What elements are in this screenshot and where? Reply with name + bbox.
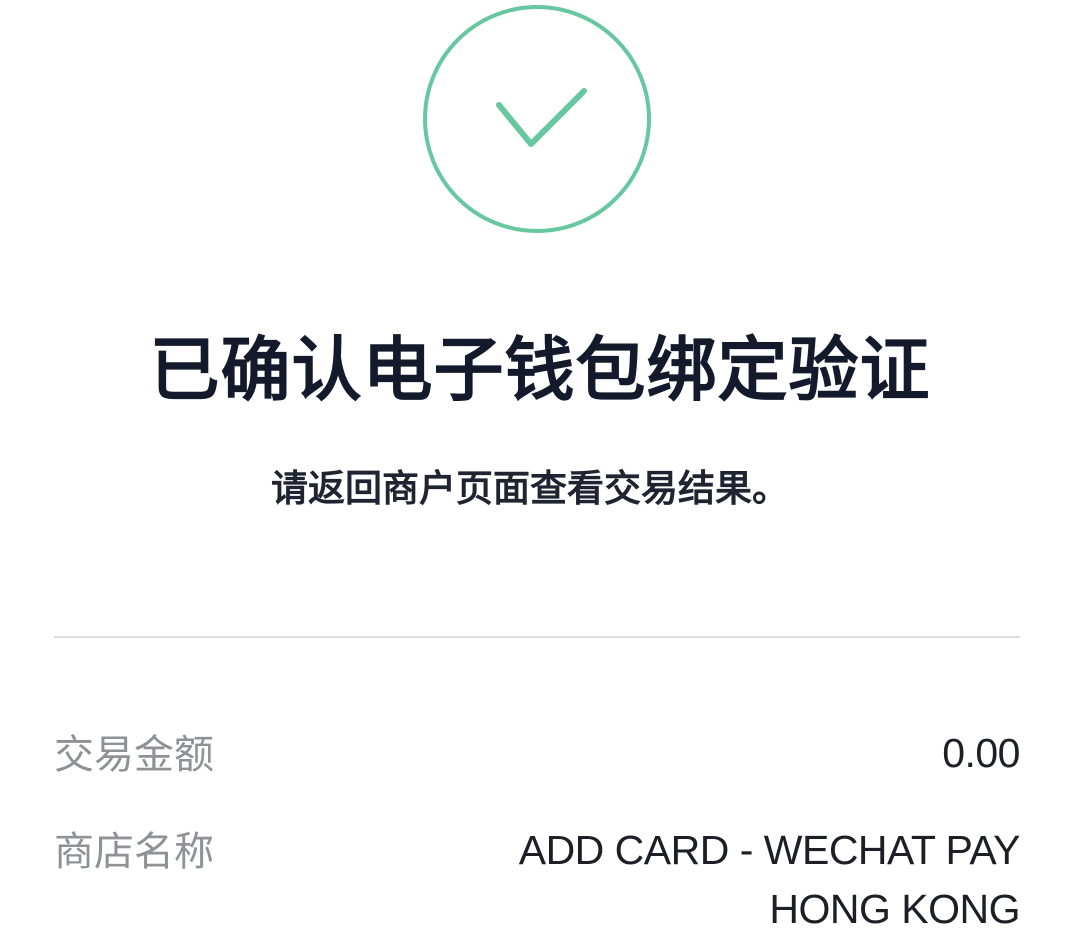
amount-value: 0.00 [942, 730, 1020, 776]
page-title: 已确认电子钱包绑定验证 [149, 329, 931, 411]
check-icon [496, 88, 587, 147]
merchant-label: 商店名称 [54, 829, 214, 875]
divider [54, 636, 1020, 638]
page-subtitle: 请返回商户页面查看交易结果。 [271, 467, 789, 510]
amount-label: 交易金额 [54, 732, 214, 778]
success-check-icon [423, 5, 651, 233]
success-circle [423, 5, 651, 233]
merchant-value: ADD CARD - WECHAT PAY HONG KONG [518, 827, 1021, 932]
